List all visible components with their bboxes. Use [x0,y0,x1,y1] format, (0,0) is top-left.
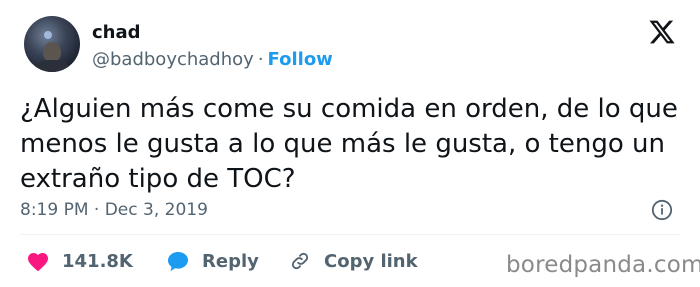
author-name[interactable]: chad [92,22,141,43]
author-handle-row: @badboychadhoy · Follow [92,49,333,70]
divider [20,234,680,235]
speech-bubble-icon [168,252,188,271]
handle-separator: · [257,49,264,70]
tweet-text: ¿Alguien más come su comida en orden, de… [20,94,678,194]
avatar-light [44,31,52,39]
info-icon[interactable] [651,199,673,221]
like-button[interactable]: 141.8K [26,250,133,272]
copy-link-button[interactable]: Copy link [288,250,418,272]
reply-label: Reply [202,250,259,272]
reply-button[interactable]: Reply [166,250,259,272]
avatar[interactable] [24,16,80,72]
tweet-timestamp[interactable]: 8:19 PM · Dec 3, 2019 [20,200,208,220]
follow-button[interactable]: Follow [268,49,333,70]
author-handle[interactable]: @badboychadhoy [92,49,254,70]
x-logo-icon[interactable] [648,18,676,46]
copy-link-label: Copy link [324,250,418,272]
like-count: 141.8K [62,250,133,272]
link-icon [291,252,309,270]
heart-icon [28,253,48,272]
watermark: boredpanda.com [506,252,700,278]
avatar-face [43,42,61,62]
avatar-body [34,60,70,72]
